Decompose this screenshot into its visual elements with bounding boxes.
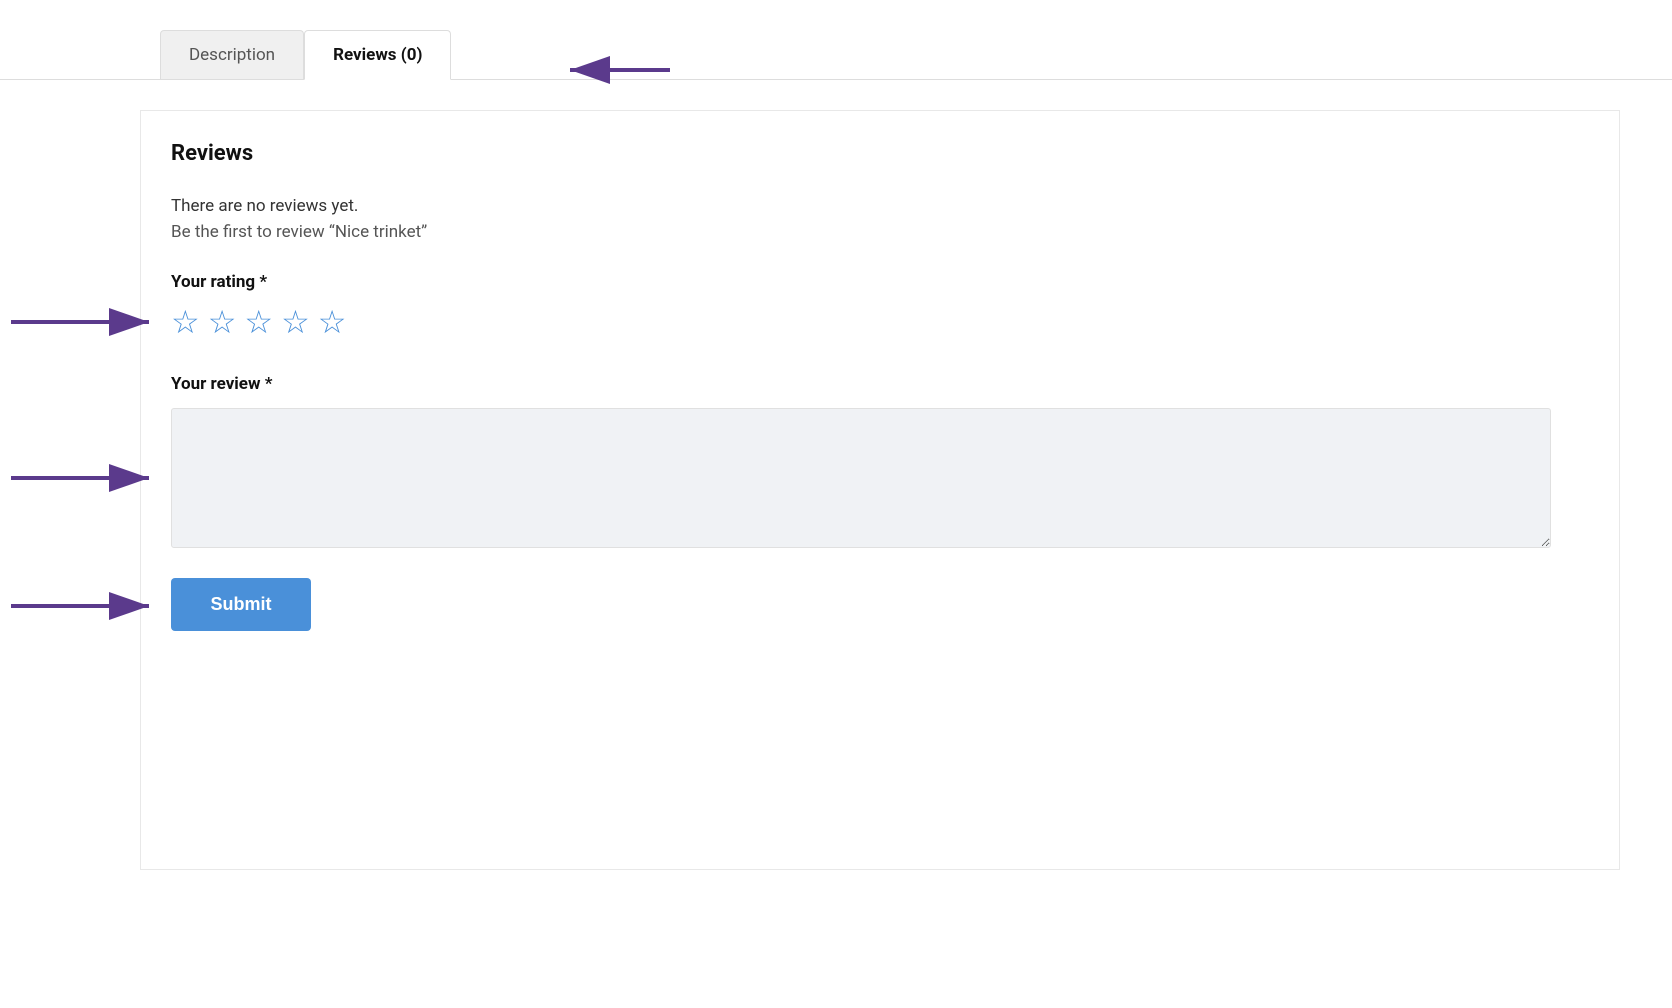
review-textarea[interactable] xyxy=(171,408,1551,548)
submit-button[interactable]: Submit xyxy=(171,578,311,631)
star-5[interactable]: ☆ xyxy=(318,306,347,338)
star-2[interactable]: ☆ xyxy=(208,306,237,338)
star-4[interactable]: ☆ xyxy=(281,306,310,338)
star-rating[interactable]: ☆ ☆ ☆ ☆ ☆ xyxy=(171,306,346,338)
page-wrapper: Description Reviews (0) Reviews There ar… xyxy=(0,0,1672,1008)
review-label: Your review * xyxy=(171,374,1589,394)
tab-reviews[interactable]: Reviews (0) xyxy=(304,30,451,80)
tab-description[interactable]: Description xyxy=(160,30,304,79)
rating-label: Your rating * xyxy=(171,272,1589,292)
star-3[interactable]: ☆ xyxy=(244,306,273,338)
stars-arrow xyxy=(1,302,161,346)
content-area: Reviews There are no reviews yet. Be the… xyxy=(140,110,1620,870)
be-first-text: Be the first to review “Nice trinket” xyxy=(171,222,1589,242)
submit-arrow xyxy=(1,586,161,630)
tabs-bar: Description Reviews (0) xyxy=(0,0,1672,80)
no-reviews-text: There are no reviews yet. xyxy=(171,196,1589,216)
textarea-arrow xyxy=(1,458,161,502)
reviews-section-title: Reviews xyxy=(171,141,1589,166)
star-1[interactable]: ☆ xyxy=(171,306,200,338)
